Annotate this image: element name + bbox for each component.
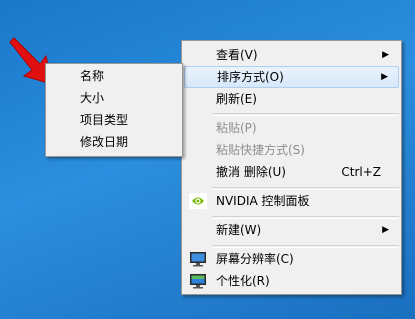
menu-item-shortcut: Ctrl+Z xyxy=(341,165,381,179)
menu-item-personalize[interactable]: 个性化(R) xyxy=(184,270,399,292)
menu-item-view[interactable]: 查看(V) ▶ xyxy=(184,44,399,66)
menu-item-label: NVIDIA 控制面板 xyxy=(216,194,310,208)
menu-item-label: 个性化(R) xyxy=(216,274,270,288)
menu-item-screen-resolution[interactable]: 屏幕分辨率(C) xyxy=(184,248,399,270)
submenu-item-date-modified[interactable]: 修改日期 xyxy=(48,131,180,153)
personalize-icon xyxy=(190,274,206,289)
submenu-item-name[interactable]: 名称 xyxy=(48,65,180,87)
submenu-item-label: 大小 xyxy=(80,91,105,105)
menu-item-new[interactable]: 新建(W) ▶ xyxy=(184,219,399,241)
submenu-item-size[interactable]: 大小 xyxy=(48,87,180,109)
menu-item-paste-shortcut[interactable]: 粘贴快捷方式(S) xyxy=(184,139,399,161)
menu-item-label: 刷新(E) xyxy=(216,92,257,106)
menu-item-undo-delete[interactable]: 撤消 删除(U) Ctrl+Z xyxy=(184,161,399,183)
menu-item-nvidia-control-panel[interactable]: NVIDIA 控制面板 xyxy=(184,190,399,212)
menu-item-label: 新建(W) xyxy=(216,223,262,237)
desktop-background[interactable]: 查看(V) ▶ 排序方式(O) ▶ 刷新(E) 粘贴(P) 粘贴快捷方式(S) … xyxy=(0,0,415,319)
menu-item-sort-by[interactable]: 排序方式(O) ▶ xyxy=(184,66,399,88)
submenu-arrow-icon: ▶ xyxy=(381,72,388,82)
nvidia-icon xyxy=(189,193,207,209)
screen-resolution-icon xyxy=(190,252,206,267)
menu-item-refresh[interactable]: 刷新(E) xyxy=(184,88,399,110)
submenu-item-label: 修改日期 xyxy=(80,135,129,149)
desktop-context-menu: 查看(V) ▶ 排序方式(O) ▶ 刷新(E) 粘贴(P) 粘贴快捷方式(S) … xyxy=(181,40,402,295)
submenu-item-label: 项目类型 xyxy=(80,113,129,127)
sort-by-submenu: 名称 大小 项目类型 修改日期 xyxy=(45,63,183,157)
menu-item-label: 撤消 删除(U) xyxy=(216,165,286,179)
menu-item-paste[interactable]: 粘贴(P) xyxy=(184,117,399,139)
submenu-item-item-type[interactable]: 项目类型 xyxy=(48,109,180,131)
menu-item-label: 查看(V) xyxy=(216,48,258,62)
menu-separator xyxy=(212,113,399,116)
menu-item-label: 排序方式(O) xyxy=(217,70,284,84)
menu-item-label: 屏幕分辨率(C) xyxy=(216,252,294,266)
menu-item-label: 粘贴(P) xyxy=(216,121,257,135)
submenu-arrow-icon: ▶ xyxy=(382,225,389,235)
submenu-item-label: 名称 xyxy=(80,69,105,83)
menu-item-label: 粘贴快捷方式(S) xyxy=(216,143,305,157)
submenu-arrow-icon: ▶ xyxy=(382,50,389,60)
